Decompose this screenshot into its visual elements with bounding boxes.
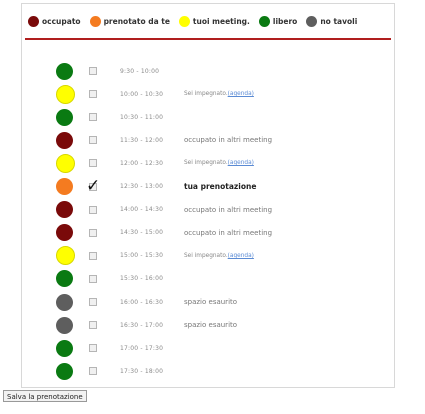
checkmark-icon: ✓: [86, 176, 101, 196]
status-dot: [56, 62, 73, 80]
slot-status-text: Sei impegnato.: [184, 91, 228, 98]
slot-time: 11:30 - 12:00: [120, 136, 164, 144]
slot-time: 14:00 - 14:30: [120, 206, 164, 214]
slot-checkbox[interactable]: [89, 90, 97, 99]
legend-item: no tavoli: [306, 15, 358, 27]
legend-item: prenotato da te: [89, 15, 170, 27]
slot-time: 9:30 - 10:00: [120, 67, 160, 75]
legend-item: libero: [258, 15, 298, 27]
slot-status: occupato in altri meeting: [184, 136, 272, 144]
time-slot-row: 15:30 - 16:00: [22, 270, 394, 288]
legend-color-dot: [306, 15, 318, 27]
slot-status-text: Sei impegnato.: [184, 252, 228, 259]
status-dot: [56, 108, 73, 126]
slot-time: 17:30 - 18:00: [120, 367, 164, 375]
status-dot: [56, 339, 73, 357]
slot-checkbox[interactable]: [89, 274, 97, 283]
slot-status-text: occupato in altri meeting: [184, 136, 273, 145]
legend-label: libero: [272, 16, 298, 26]
save-booking-button[interactable]: Salva la prenotazione: [3, 390, 87, 402]
slot-checkbox[interactable]: [89, 205, 97, 214]
slot-time: 17:00 - 17:30: [120, 344, 164, 352]
slot-time: 15:00 - 15:30: [120, 252, 164, 260]
legend-label: occupato: [42, 16, 81, 26]
slot-status: occupato in altri meeting: [184, 206, 272, 214]
slot-time: 10:30 - 11:00: [120, 113, 164, 121]
slot-status-text: occupato in altri meeting: [184, 205, 273, 214]
time-slot-row: 15:00 - 15:30 Sei impegnato.(agenda): [22, 246, 394, 266]
legend-item: tuoi meeting.: [178, 15, 250, 27]
legend-label: tuoi meeting.: [192, 16, 250, 26]
booking-panel: occupato prenotato da te tuoi meeting. libe…: [21, 3, 395, 388]
time-slot-row: 12:00 - 12:30 Sei impegnato.(agenda): [22, 153, 394, 173]
slot-checkbox[interactable]: [89, 136, 97, 145]
slot-checkbox[interactable]: [89, 298, 97, 306]
status-dot: [56, 246, 75, 266]
legend-color-dot: [89, 15, 101, 27]
slot-checkbox[interactable]: [89, 228, 97, 237]
time-slot-row: 11:30 - 12:00 occupato in altri meeting: [22, 131, 394, 149]
slot-status-text: Sei impegnato.: [184, 160, 228, 167]
slot-status: Sei impegnato.(agenda): [184, 91, 254, 97]
status-dot: [56, 84, 75, 104]
slot-time: 10:00 - 10:30: [120, 90, 164, 98]
status-dot: [56, 153, 75, 173]
time-slot-row: 14:30 - 15:00 occupato in altri meeting: [22, 224, 394, 242]
slot-status-text: spazio esaurito: [184, 298, 238, 306]
status-dot: [56, 270, 73, 288]
legend-color-dot: [28, 15, 39, 27]
slot-time: 15:30 - 16:00: [120, 275, 164, 283]
status-dot: [56, 224, 73, 242]
slot-status-text: tua prenotazione: [184, 182, 257, 191]
slot-checkbox[interactable]: [89, 113, 97, 122]
legend-color-dot: [178, 15, 190, 27]
agenda-link[interactable]: (agenda): [228, 253, 254, 259]
legend-label: no tavoli: [320, 16, 358, 26]
status-dot: [56, 131, 73, 149]
slot-status-text: spazio esaurito: [184, 321, 238, 330]
legend-divider: [25, 38, 391, 40]
slot-time: 12:00 - 12:30: [120, 159, 164, 167]
legend-color-dot: [258, 15, 270, 27]
agenda-link[interactable]: (agenda): [228, 91, 254, 97]
agenda-link[interactable]: (agenda): [228, 160, 254, 166]
slot-time: 14:30 - 15:00: [120, 229, 164, 237]
slot-checkbox[interactable]: [89, 344, 97, 353]
legend-item: occupato: [28, 15, 81, 27]
legend: occupato prenotato da te tuoi meeting. libe…: [28, 10, 388, 32]
status-dot: [56, 178, 73, 195]
status-dot: [56, 293, 73, 311]
slot-status: occupato in altri meeting: [184, 229, 272, 237]
slot-status: spazio esaurito: [184, 298, 237, 306]
slot-status-text: occupato in altri meeting: [184, 228, 273, 237]
time-slot-row: ✓ 12:30 - 13:00 tua prenotazione: [22, 178, 394, 196]
time-slot-row: 14:00 - 14:30 occupato in altri meeting: [22, 201, 394, 219]
time-slot-row: 16:30 - 17:00 spazio esaurito: [22, 316, 394, 334]
time-slot-row: 10:00 - 10:30 Sei impegnato.(agenda): [22, 84, 394, 104]
slot-status: spazio esaurito: [184, 321, 237, 329]
time-slot-row: 17:30 - 18:00: [22, 362, 394, 380]
slot-checkbox[interactable]: [89, 367, 97, 376]
legend-label: prenotato da te: [103, 16, 170, 26]
slot-time: 16:30 - 17:00: [120, 321, 164, 329]
time-slot-row: 9:30 - 10:00: [22, 62, 394, 80]
slot-checkbox[interactable]: [89, 251, 97, 260]
slot-time: 16:00 - 16:30: [120, 298, 164, 306]
slot-time: 12:30 - 13:00: [120, 183, 164, 190]
time-slot-row: 10:30 - 11:00: [22, 108, 394, 126]
slot-checkbox[interactable]: [89, 321, 97, 330]
status-dot: [56, 201, 73, 219]
time-slot-row: 17:00 - 17:30: [22, 339, 394, 357]
slot-status: tua prenotazione: [184, 182, 256, 191]
status-dot: [56, 362, 73, 380]
slot-checkbox[interactable]: [89, 159, 97, 168]
time-slot-row: 16:00 - 16:30 spazio esaurito: [22, 293, 394, 311]
slot-status: Sei impegnato.(agenda): [184, 160, 254, 166]
slot-status: Sei impegnato.(agenda): [184, 253, 254, 259]
status-dot: [56, 316, 73, 334]
slot-checkbox[interactable]: [89, 67, 97, 75]
